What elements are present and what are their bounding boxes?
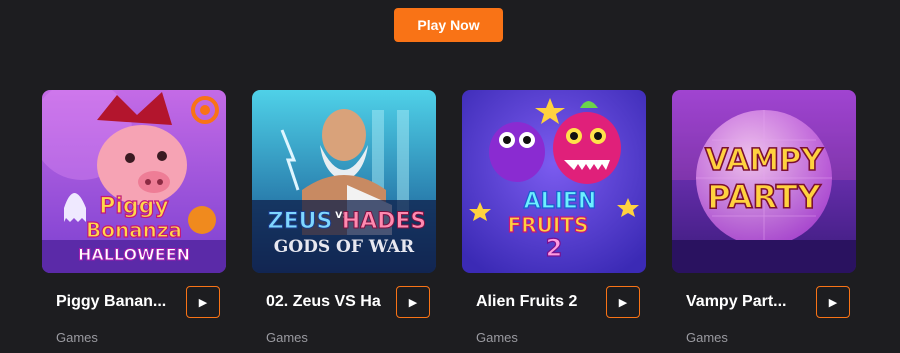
art-text: HADES	[342, 209, 427, 234]
zeus-vs-hades-art: ZEUS VS HADES GODS OF WAR	[252, 90, 436, 273]
game-thumbnail[interactable]: ALIEN FRUITS 2	[462, 90, 646, 273]
game-thumbnail[interactable]: Piggy Bonanza HALLOWEEN	[42, 90, 226, 273]
game-category: Games	[56, 330, 98, 345]
play-now-button[interactable]: Play Now	[394, 8, 503, 42]
art-text: PARTY	[707, 178, 821, 216]
art-text: GODS OF WAR	[274, 237, 415, 257]
play-icon: ▶	[408, 295, 418, 309]
piggy-bonanza-art: Piggy Bonanza HALLOWEEN	[42, 90, 226, 273]
game-card[interactable]: VAMPY PARTY Vampy Part... ▶ Games	[672, 90, 856, 345]
play-icon: ▶	[198, 295, 208, 309]
game-card[interactable]: ZEUS VS HADES GODS OF WAR 02. Zeus VS Ha…	[252, 90, 436, 345]
game-title[interactable]: 02. Zeus VS Ha	[266, 293, 384, 311]
play-icon: ▶	[828, 295, 838, 309]
game-thumbnail[interactable]: ZEUS VS HADES GODS OF WAR	[252, 90, 436, 273]
alien-fruits-art: ALIEN FRUITS 2	[462, 90, 646, 273]
art-text: ALIEN	[524, 189, 597, 214]
play-game-button[interactable]: ▶	[606, 286, 640, 318]
play-icon: ▶	[618, 295, 628, 309]
art-text: Piggy	[99, 194, 169, 219]
game-category: Games	[266, 330, 308, 345]
vampy-party-art: VAMPY PARTY	[672, 90, 856, 273]
art-text: ZEUS	[268, 209, 333, 234]
play-game-button[interactable]: ▶	[396, 286, 430, 318]
art-text: HALLOWEEN	[78, 245, 190, 264]
game-category: Games	[686, 330, 728, 345]
art-text: 2	[546, 234, 563, 262]
game-thumbnail[interactable]: VAMPY PARTY	[672, 90, 856, 273]
game-card[interactable]: ALIEN FRUITS 2 Alien Fruits 2 ▶ Games	[462, 90, 646, 345]
game-card[interactable]: Piggy Bonanza HALLOWEEN Piggy Banan... ▶…	[42, 90, 226, 345]
art-text: VAMPY	[705, 143, 824, 178]
play-game-button[interactable]: ▶	[816, 286, 850, 318]
play-game-button[interactable]: ▶	[186, 286, 220, 318]
game-title[interactable]: Alien Fruits 2	[476, 293, 594, 311]
art-text: Bonanza	[86, 218, 182, 242]
game-title[interactable]: Piggy Banan...	[56, 293, 174, 311]
game-title[interactable]: Vampy Part...	[686, 293, 804, 311]
game-category: Games	[476, 330, 518, 345]
